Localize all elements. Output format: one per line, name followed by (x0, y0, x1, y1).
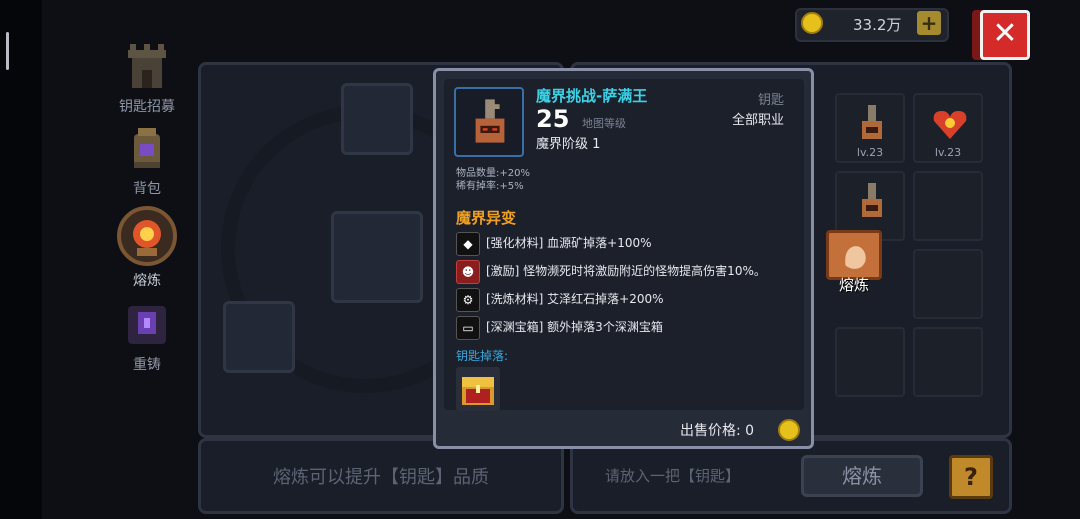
item-level: lv.23 (934, 146, 962, 159)
gold-coin-icon (801, 12, 823, 34)
key-tooltip: 魔界挑战-萨满王 25 地图等级 魔界阶级 1 钥匙 全部职业 物品数量:+20… (433, 68, 814, 449)
inventory-slot[interactable] (913, 249, 983, 319)
help-button[interactable]: ? (949, 455, 993, 499)
mod-row: ☻ [激励] 怪物濒死时将激励附近的怪物提高伤害10%。 (456, 259, 766, 284)
demon-tier: 魔界阶级 1 (536, 137, 601, 152)
key-item-frame (454, 87, 524, 157)
action-panel: 请放入一把【钥匙】 熔炼 ? (570, 438, 1012, 514)
chest-icon: ▭ (456, 315, 480, 340)
item-level: lv.23 (856, 146, 884, 159)
left-edge-strip (0, 0, 42, 519)
inventory-slot[interactable] (913, 171, 983, 241)
key-stats: 物品数量:+20% 稀有掉率:+5% (456, 167, 530, 193)
drop-item-slot[interactable] (456, 367, 500, 411)
treasure-chest-icon (462, 377, 494, 405)
gear-icon: ⚙ (456, 287, 480, 312)
material-slot-left[interactable] (223, 301, 295, 373)
gold-counter: 33.2万 + (795, 8, 949, 42)
sidebar-item-reforge[interactable]: 重铸 (108, 298, 186, 374)
mod-text: [深渊宝箱] 额外掉落3个深渊宝箱 (486, 320, 663, 334)
key-title: 魔界挑战-萨满王 (536, 87, 648, 105)
item-type: 钥匙 (757, 93, 784, 108)
quick-smelt-label: 熔炼 (838, 276, 869, 294)
heart-icon (933, 111, 967, 139)
inventory-slot[interactable] (835, 327, 905, 397)
map-level-value: 25 (536, 105, 570, 133)
key-icon (862, 183, 882, 217)
quick-smelt-button[interactable]: 熔炼 (826, 230, 882, 294)
gold-coin-icon (778, 419, 800, 441)
add-gold-button[interactable]: + (917, 11, 941, 35)
tower-icon (128, 44, 166, 88)
demon-icon: ☻ (456, 259, 480, 284)
forge-icon (117, 206, 177, 266)
key-icon (862, 105, 882, 139)
mod-row: ▭ [深渊宝箱] 额外掉落3个深渊宝箱 (456, 315, 663, 340)
smelt-hand-icon (826, 230, 882, 280)
sidebar-item-label: 熔炼 (133, 273, 161, 289)
mod-text: [激励] 怪物濒死时将激励附近的怪物提高伤害10%。 (486, 264, 766, 278)
stat-quantity: 物品数量:+20% (456, 168, 530, 179)
inventory-slot[interactable]: lv.23 (835, 93, 905, 163)
smelt-hint-panel: 熔炼可以提升【钥匙】品质 (198, 438, 564, 514)
mod-text: [洗炼材料] 艾泽红石掉落+200% (486, 292, 664, 306)
close-button[interactable]: ✕ (980, 10, 1030, 60)
backpack-icon (134, 128, 160, 168)
edge-handle (6, 32, 9, 70)
inventory-slot[interactable]: lv.23 (913, 93, 983, 163)
key-drops-label: 钥匙掉落: (456, 349, 509, 363)
key-icon (475, 99, 505, 143)
key-slot-center[interactable] (331, 211, 423, 303)
inventory-slot[interactable] (913, 327, 983, 397)
sidebar-item-label: 重铸 (133, 357, 161, 373)
diamond-icon: ◆ (456, 231, 480, 256)
anvil-icon (128, 306, 166, 344)
sidebar-item-forge[interactable]: 熔炼 (108, 204, 186, 290)
section-title: 魔界异变 (456, 209, 517, 227)
tooltip-body: 魔界挑战-萨满王 25 地图等级 魔界阶级 1 钥匙 全部职业 物品数量:+20… (444, 79, 804, 411)
map-level-label: 地图等级 (582, 117, 626, 130)
gold-amount: 33.2万 (853, 16, 902, 34)
material-slot-top[interactable] (341, 83, 413, 155)
class-restriction: 全部职业 (731, 113, 784, 128)
smelt-hint-text: 熔炼可以提升【钥匙】品质 (273, 467, 489, 488)
sell-price: 出售价格: 0 (680, 423, 755, 439)
mod-text: [强化材料] 血源矿掉落+100% (486, 236, 652, 250)
sidebar-item-label: 钥匙招募 (119, 99, 175, 115)
mod-row: ⚙ [洗炼材料] 艾泽红石掉落+200% (456, 287, 664, 312)
sidebar-item-label: 背包 (133, 181, 161, 197)
sidebar-item-backpack[interactable]: 背包 (108, 122, 186, 198)
stat-rarity: 稀有掉率:+5% (456, 181, 524, 192)
mod-row: ◆ [强化材料] 血源矿掉落+100% (456, 231, 652, 256)
insert-key-hint: 请放入一把【钥匙】 (605, 467, 741, 485)
smelt-button[interactable]: 熔炼 (801, 455, 923, 497)
sidebar-item-key-recruit[interactable]: 钥匙招募 (108, 40, 186, 116)
